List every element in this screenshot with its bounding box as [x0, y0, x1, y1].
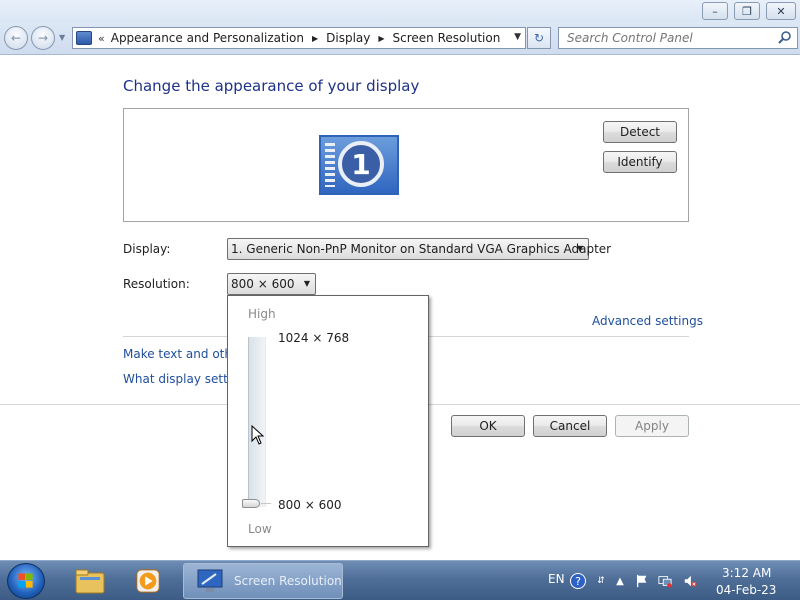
taskbar-task-label: Screen Resolution — [234, 574, 342, 588]
page-title: Change the appearance of your display — [123, 77, 420, 95]
address-dropdown-icon[interactable]: ▼ — [514, 32, 521, 42]
language-indicator[interactable]: EN — [548, 572, 565, 586]
minimize-button[interactable]: – — [702, 2, 728, 20]
address-bar[interactable]: « Appearance and Personalization ▶ Displ… — [72, 27, 526, 49]
windows-logo-icon — [18, 573, 33, 588]
search-box[interactable] — [558, 27, 798, 49]
recent-pages-chevron-icon[interactable]: ▼ — [59, 33, 65, 42]
file-explorer-taskbar-button[interactable] — [68, 565, 112, 597]
max-resolution-label[interactable]: 1024 × 768 — [278, 331, 349, 345]
low-label: Low — [248, 522, 272, 536]
resolution-select[interactable]: 800 × 600 ▼ — [227, 273, 316, 295]
resolution-slider-track[interactable] — [248, 337, 266, 507]
breadcrumb-screen-resolution[interactable]: Screen Resolution — [393, 31, 501, 45]
cancel-button[interactable]: Cancel — [533, 415, 607, 437]
refresh-icon: ↻ — [533, 31, 545, 45]
resolution-slider-popup: High 1024 × 768 800 × 600 Low — [227, 295, 429, 547]
screen-resolution-taskbar-button[interactable]: Screen Resolution — [183, 563, 343, 599]
chevron-right-icon[interactable]: ▶ — [378, 34, 384, 43]
media-player-taskbar-button[interactable] — [126, 565, 170, 597]
breadcrumb-appearance[interactable]: Appearance and Personalization — [111, 31, 304, 45]
action-center-flag-icon[interactable] — [634, 573, 650, 589]
start-button[interactable] — [7, 563, 45, 599]
breadcrumb-overflow[interactable]: « — [98, 32, 105, 45]
high-label: High — [248, 307, 276, 321]
display-label: Display: — [123, 242, 171, 256]
display-select[interactable]: 1. Generic Non-PnP Monitor on Standard V… — [227, 238, 611, 260]
folder-icon — [75, 569, 105, 594]
title-bar: – ❐ ✕ — [0, 0, 800, 22]
forward-arrow-icon: → — [37, 31, 49, 45]
ok-button[interactable]: OK — [451, 415, 525, 437]
back-button[interactable]: ← — [4, 26, 28, 50]
clock-time[interactable]: 3:12 AM — [722, 566, 771, 580]
display-settings-icon — [197, 569, 223, 592]
taskbar: Screen Resolution EN ? ⇵ ▲ 3:12 AM 04-Fe… — [0, 560, 800, 600]
maximize-button[interactable]: ❐ — [734, 2, 760, 20]
min-resolution-label[interactable]: 800 × 600 — [278, 498, 342, 512]
help-icon[interactable]: ? — [570, 573, 586, 589]
monitor-number: 1 — [338, 141, 384, 187]
navigation-bar: ← → ▼ « Appearance and Personalization ▶… — [0, 22, 800, 55]
monitor-arrangement-panel: 1 Detect Identify — [123, 108, 689, 222]
apply-button: Apply — [615, 415, 689, 437]
restore-icon: ❐ — [742, 4, 752, 18]
monitor-1-tile[interactable]: 1 — [319, 135, 399, 195]
search-input[interactable] — [565, 29, 775, 47]
chevron-down-icon: ▼ — [303, 279, 310, 288]
network-activity-icon[interactable]: ⇵ — [593, 573, 609, 589]
volume-muted-icon[interactable] — [682, 573, 698, 589]
back-arrow-icon: ← — [10, 31, 22, 45]
mouse-pointer-icon — [251, 425, 265, 445]
detect-button[interactable]: Detect — [603, 121, 677, 143]
close-button[interactable]: ✕ — [766, 2, 796, 20]
search-icon[interactable] — [777, 30, 793, 46]
close-icon: ✕ — [776, 4, 786, 18]
refresh-button[interactable]: ↻ — [527, 27, 551, 49]
resolution-label: Resolution: — [123, 277, 190, 291]
minimize-icon: – — [712, 4, 718, 18]
clock-date[interactable]: 04-Feb-23 — [716, 583, 776, 597]
identify-button[interactable]: Identify — [603, 151, 677, 173]
control-panel-icon — [76, 31, 92, 45]
forward-button[interactable]: → — [31, 26, 55, 50]
resolution-slider-thumb[interactable] — [242, 499, 260, 508]
chevron-right-icon[interactable]: ▶ — [312, 34, 318, 43]
breadcrumb-display[interactable]: Display — [326, 31, 370, 45]
chevron-down-icon: ▼ — [576, 244, 583, 253]
advanced-settings-link[interactable]: Advanced settings — [592, 314, 703, 328]
network-icon[interactable] — [657, 573, 673, 589]
show-hidden-icons-icon[interactable]: ▲ — [612, 573, 628, 589]
media-player-icon — [136, 569, 160, 593]
